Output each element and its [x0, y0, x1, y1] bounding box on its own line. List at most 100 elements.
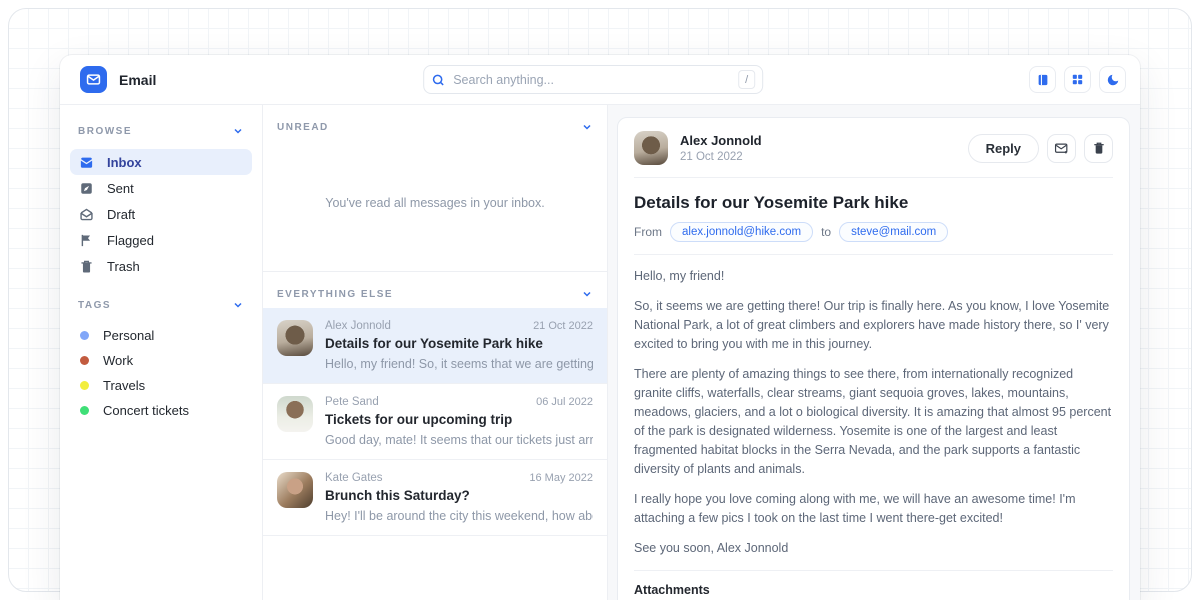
email-logo-icon: [80, 66, 107, 93]
grid-icon: [1071, 73, 1084, 86]
notebook-button[interactable]: [1029, 66, 1056, 93]
search-icon: [431, 73, 445, 87]
sidebar-item-label: Inbox: [107, 155, 142, 170]
mail-list-item[interactable]: Pete Sand 06 Jul 2022 Tickets for our up…: [263, 384, 607, 460]
moon-icon: [1106, 73, 1120, 87]
sidebar-item-inbox[interactable]: Inbox: [70, 149, 252, 175]
tag-label: Personal: [103, 328, 154, 343]
reading-pane-background: Alex Jonnold 21 Oct 2022 Reply De: [608, 105, 1140, 600]
sidebar: BROWSE Inbox Sent Draft: [60, 105, 262, 600]
body-paragraph: So, it seems we are getting there! Our t…: [634, 297, 1113, 354]
tags-label: TAGS: [78, 300, 111, 311]
search-placeholder: Search anything...: [453, 73, 730, 87]
email-subject: Details for our Yosemite Park hike: [634, 193, 1113, 213]
body-paragraph: There are plenty of amazing things to se…: [634, 365, 1113, 479]
unread-label: UNREAD: [277, 122, 329, 133]
tags-list: Personal Work Travels Concert tickets: [70, 323, 252, 423]
browse-list: Inbox Sent Draft Flagged Trash: [70, 149, 252, 279]
mail-sender: Alex Jonnold: [325, 320, 391, 332]
mail-date: 06 Jul 2022: [536, 396, 593, 408]
message-list-column: UNREAD You've read all messages in your …: [262, 105, 608, 600]
body-paragraph: I really hope you love coming along with…: [634, 490, 1113, 528]
mail-preview: Good day, mate! It seems that our ticket…: [325, 433, 593, 447]
sidebar-item-sent[interactable]: Sent: [70, 175, 252, 201]
flag-icon: [79, 233, 94, 248]
sidebar-item-label: Flagged: [107, 233, 154, 248]
tag-item-concert-tickets[interactable]: Concert tickets: [70, 398, 252, 423]
tag-label: Work: [103, 353, 133, 368]
email-body: Hello, my friend! So, it seems we are ge…: [634, 267, 1113, 558]
search-input[interactable]: Search anything... /: [423, 65, 763, 94]
tag-item-personal[interactable]: Personal: [70, 323, 252, 348]
tags-section-header[interactable]: TAGS: [70, 295, 252, 315]
reader-date: 21 Oct 2022: [680, 151, 762, 163]
app-title: Email: [119, 72, 156, 88]
body-paragraph: Hello, my friend!: [634, 267, 1113, 286]
tag-item-travels[interactable]: Travels: [70, 373, 252, 398]
dark-mode-button[interactable]: [1099, 66, 1126, 93]
reader-header: Alex Jonnold 21 Oct 2022 Reply: [634, 131, 1113, 165]
everything-else-label: EVERYTHING ELSE: [277, 289, 393, 300]
everything-else-header[interactable]: EVERYTHING ELSE: [263, 272, 607, 308]
avatar: [277, 396, 313, 432]
unread-section-header[interactable]: UNREAD: [263, 105, 607, 141]
attachments-label: Attachments: [634, 583, 1113, 597]
forward-mail-button[interactable]: [1047, 134, 1076, 163]
avatar: [277, 472, 313, 508]
mail-preview: Hey! I'll be around the city this weeken…: [325, 509, 593, 523]
sidebar-item-trash[interactable]: Trash: [70, 253, 252, 279]
unread-empty-message: You've read all messages in your inbox.: [263, 141, 607, 271]
tag-dot: [80, 406, 89, 415]
mail-subject: Tickets for our upcoming trip: [325, 412, 593, 427]
search-shortcut-badge: /: [738, 70, 755, 89]
delete-button[interactable]: [1084, 134, 1113, 163]
reply-button[interactable]: Reply: [968, 134, 1039, 163]
sidebar-item-draft[interactable]: Draft: [70, 201, 252, 227]
trash-icon: [79, 259, 94, 274]
app-header: Email Search anything... /: [60, 55, 1140, 105]
chevron-down-icon[interactable]: [232, 125, 244, 137]
browse-label: BROWSE: [78, 126, 132, 137]
sidebar-item-flagged[interactable]: Flagged: [70, 227, 252, 253]
to-email-pill[interactable]: steve@mail.com: [839, 222, 948, 242]
inbox-icon: [79, 155, 94, 170]
divider: [634, 254, 1113, 255]
mail-list-item[interactable]: Alex Jonnold 21 Oct 2022 Details for our…: [263, 308, 607, 384]
envelope-plus-icon: [1054, 141, 1069, 156]
avatar: [634, 131, 668, 165]
chevron-down-icon[interactable]: [581, 121, 593, 133]
tag-label: Concert tickets: [103, 403, 189, 418]
from-label: From: [634, 225, 662, 239]
chevron-down-icon[interactable]: [232, 299, 244, 311]
mail-preview: Hello, my friend! So, it seems that we a…: [325, 357, 593, 371]
sidebar-item-label: Trash: [107, 259, 140, 274]
tag-label: Travels: [103, 378, 145, 393]
everything-else-section: EVERYTHING ELSE Alex Jonnold 21 Oct 2022…: [263, 272, 607, 536]
sent-icon: [79, 181, 94, 196]
body-paragraph: See you soon, Alex Jonnold: [634, 539, 1113, 558]
divider: [634, 177, 1113, 178]
divider: [634, 570, 1113, 571]
apps-grid-button[interactable]: [1064, 66, 1091, 93]
from-to-row: From alex.jonnold@hike.com to steve@mail…: [634, 222, 1113, 242]
email-app-window: Email Search anything... / BROWSE: [60, 55, 1140, 600]
mail-date: 16 May 2022: [529, 472, 593, 484]
unread-section: UNREAD You've read all messages in your …: [263, 105, 607, 272]
tag-dot: [80, 381, 89, 390]
browse-section-header[interactable]: BROWSE: [70, 121, 252, 141]
tag-dot: [80, 356, 89, 365]
tag-dot: [80, 331, 89, 340]
draft-icon: [79, 207, 94, 222]
reader-sender-name: Alex Jonnold: [680, 133, 762, 148]
mail-subject: Details for our Yosemite Park hike: [325, 336, 593, 351]
mail-sender: Kate Gates: [325, 472, 383, 484]
mail-list-item[interactable]: Kate Gates 16 May 2022 Brunch this Satur…: [263, 460, 607, 536]
chevron-down-icon[interactable]: [581, 288, 593, 300]
trash-icon: [1092, 141, 1106, 155]
mail-sender: Pete Sand: [325, 396, 379, 408]
from-email-pill[interactable]: alex.jonnold@hike.com: [670, 222, 813, 242]
header-buttons: [1029, 66, 1126, 93]
mail-date: 21 Oct 2022: [533, 320, 593, 332]
reading-pane-card: Alex Jonnold 21 Oct 2022 Reply De: [617, 117, 1130, 600]
tag-item-work[interactable]: Work: [70, 348, 252, 373]
